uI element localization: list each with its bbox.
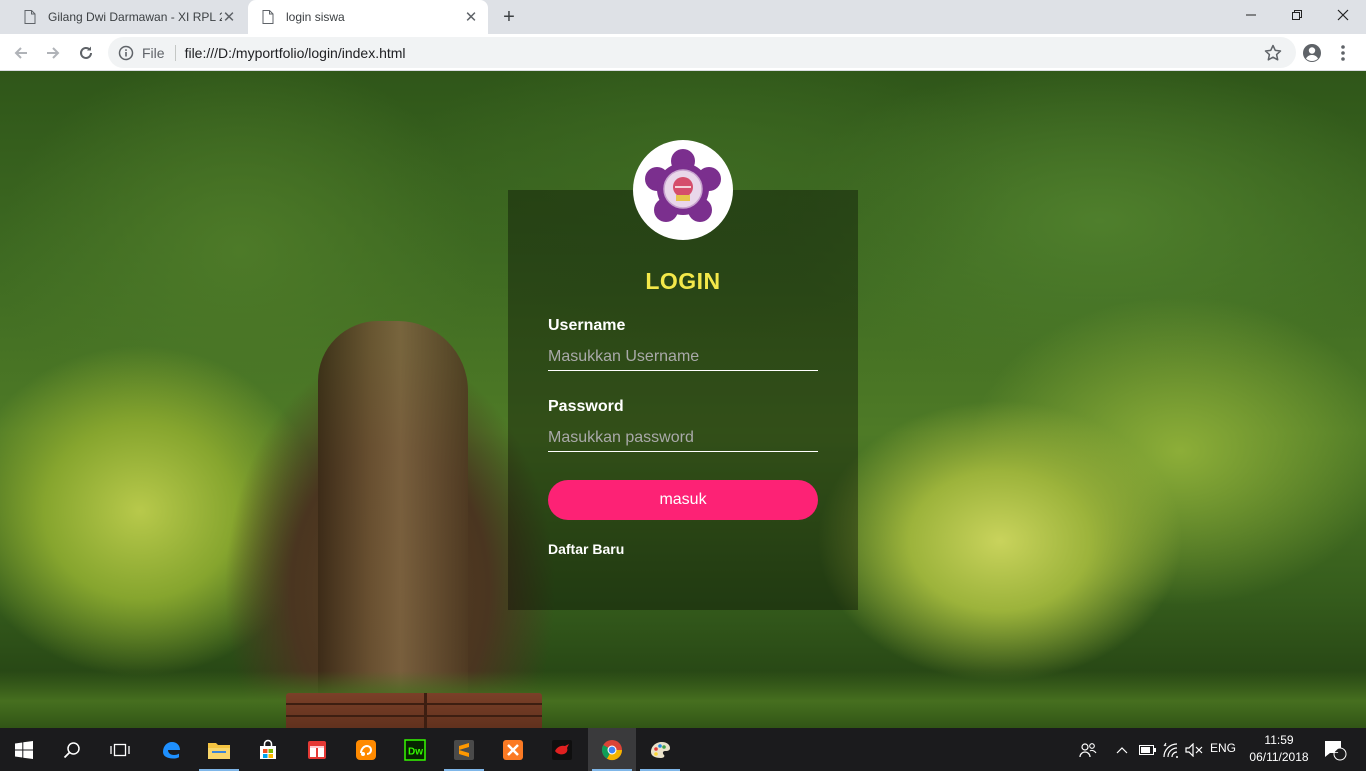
url-text[interactable]: file:///D:/myportfolio/login/index.html <box>185 45 406 61</box>
minimize-button[interactable] <box>1228 0 1274 30</box>
minimize-icon <box>1246 14 1256 16</box>
taskbar-app-edge[interactable] <box>147 728 195 771</box>
task-view-button[interactable] <box>96 728 144 771</box>
taskbar-app-uc-browser[interactable] <box>342 728 390 771</box>
browser-toolbar: File file:///D:/myportfolio/login/index.… <box>0 34 1366 71</box>
taskbar-app-paint[interactable] <box>636 728 684 771</box>
tray-overflow-button[interactable] <box>1114 728 1130 771</box>
clock-time: 11:59 <box>1264 733 1294 747</box>
tab-title: login siswa <box>286 10 345 24</box>
restore-icon <box>1292 10 1302 20</box>
tab-strip: Gilang Dwi Darmawan - XI RPL 2 ✕ login s… <box>0 0 1366 34</box>
tab-portfolio[interactable]: Gilang Dwi Darmawan - XI RPL 2 ✕ <box>10 0 246 34</box>
tray-wifi-button[interactable] <box>1160 728 1182 771</box>
game-icon <box>552 739 572 760</box>
page-background: LOGIN Username Password masuk Daftar Bar… <box>0 71 1366 728</box>
tab-login-siswa[interactable]: login siswa ✕ <box>248 0 488 34</box>
address-bar[interactable]: File file:///D:/myportfolio/login/index.… <box>108 37 1296 68</box>
people-icon <box>1079 742 1097 757</box>
info-icon[interactable] <box>118 45 134 61</box>
bookmark-star-icon[interactable] <box>1264 44 1282 62</box>
close-icon <box>1337 9 1349 21</box>
taskbar-app-xampp[interactable] <box>489 728 537 771</box>
battery-icon <box>1139 744 1156 755</box>
username-label: Username <box>548 317 626 334</box>
tab-close-icon[interactable]: ✕ <box>464 9 478 26</box>
wifi-icon <box>1163 742 1178 758</box>
file-explorer-icon <box>208 742 230 759</box>
search-icon <box>63 741 80 758</box>
login-title: LOGIN <box>645 268 721 294</box>
taskbar-app-game[interactable] <box>538 728 586 771</box>
paint-icon <box>651 741 670 758</box>
windows-logo-icon <box>15 740 33 759</box>
taskbar-app-chrome[interactable] <box>588 728 636 771</box>
taskbar-app-store[interactable] <box>244 728 292 771</box>
background-tree-trunk <box>318 321 468 728</box>
chevron-up-icon <box>1116 746 1128 753</box>
password-input[interactable] <box>548 424 818 452</box>
taskbar-app-gift[interactable] <box>293 728 341 771</box>
reload-icon <box>80 46 92 59</box>
register-link[interactable]: Daftar Baru <box>548 541 624 557</box>
username-input[interactable] <box>548 343 818 371</box>
forward-button[interactable] <box>41 41 65 65</box>
dreamweaver-icon: Dw <box>404 738 426 761</box>
more-menu-icon[interactable] <box>1336 42 1350 64</box>
tray-battery-button[interactable] <box>1138 728 1158 771</box>
gift-icon <box>308 740 326 759</box>
volume-muted-icon <box>1185 742 1203 757</box>
reload-button[interactable] <box>74 41 98 65</box>
tray-people-button[interactable] <box>1076 728 1100 771</box>
tray-volume-button[interactable] <box>1184 728 1204 771</box>
action-center-button[interactable]: 2 <box>1320 728 1350 771</box>
security-chip[interactable]: File <box>142 44 176 61</box>
search-button[interactable] <box>48 728 96 771</box>
password-label: Password <box>548 398 624 415</box>
store-icon <box>260 739 276 759</box>
arrow-right-icon <box>47 47 60 59</box>
background-grass <box>0 671 1366 728</box>
edge-icon <box>163 741 180 758</box>
arrow-left-icon <box>14 47 27 59</box>
start-button[interactable] <box>0 728 48 771</box>
clock-date: 06/11/2018 <box>1249 750 1309 764</box>
uc-browser-icon <box>356 739 376 760</box>
svg-text:Dw: Dw <box>408 746 423 757</box>
back-button[interactable] <box>9 41 33 65</box>
taskbar-app-sublime-text[interactable] <box>440 728 488 771</box>
taskbar-app-dreamweaver[interactable]: Dw <box>391 728 439 771</box>
close-window-button[interactable] <box>1320 0 1366 30</box>
input-language[interactable]: ENG <box>1210 741 1236 755</box>
windows-taskbar: Dw ENG 11:59 06/11/2018 2 <box>0 728 1366 771</box>
sublime-text-icon <box>454 739 474 760</box>
tab-close-icon[interactable]: ✕ <box>222 9 236 26</box>
background-bench <box>286 693 542 728</box>
document-icon <box>24 10 36 24</box>
taskbar-clock[interactable]: 11:59 06/11/2018 <box>1244 732 1314 766</box>
login-submit-button[interactable]: masuk <box>548 480 818 520</box>
new-tab-button[interactable]: + <box>498 6 520 28</box>
notification-count: 2 <box>1333 745 1339 756</box>
document-icon <box>262 10 274 24</box>
tab-title: Gilang Dwi Darmawan - XI RPL 2 <box>48 10 222 24</box>
xampp-icon <box>503 739 523 760</box>
taskbar-app-file-explorer[interactable] <box>195 728 243 771</box>
chrome-icon <box>601 739 623 760</box>
school-logo <box>633 140 733 240</box>
profile-icon[interactable] <box>1301 42 1323 64</box>
school-emblem-icon <box>645 149 721 222</box>
restore-button[interactable] <box>1274 0 1320 30</box>
task-view-icon <box>110 743 130 756</box>
